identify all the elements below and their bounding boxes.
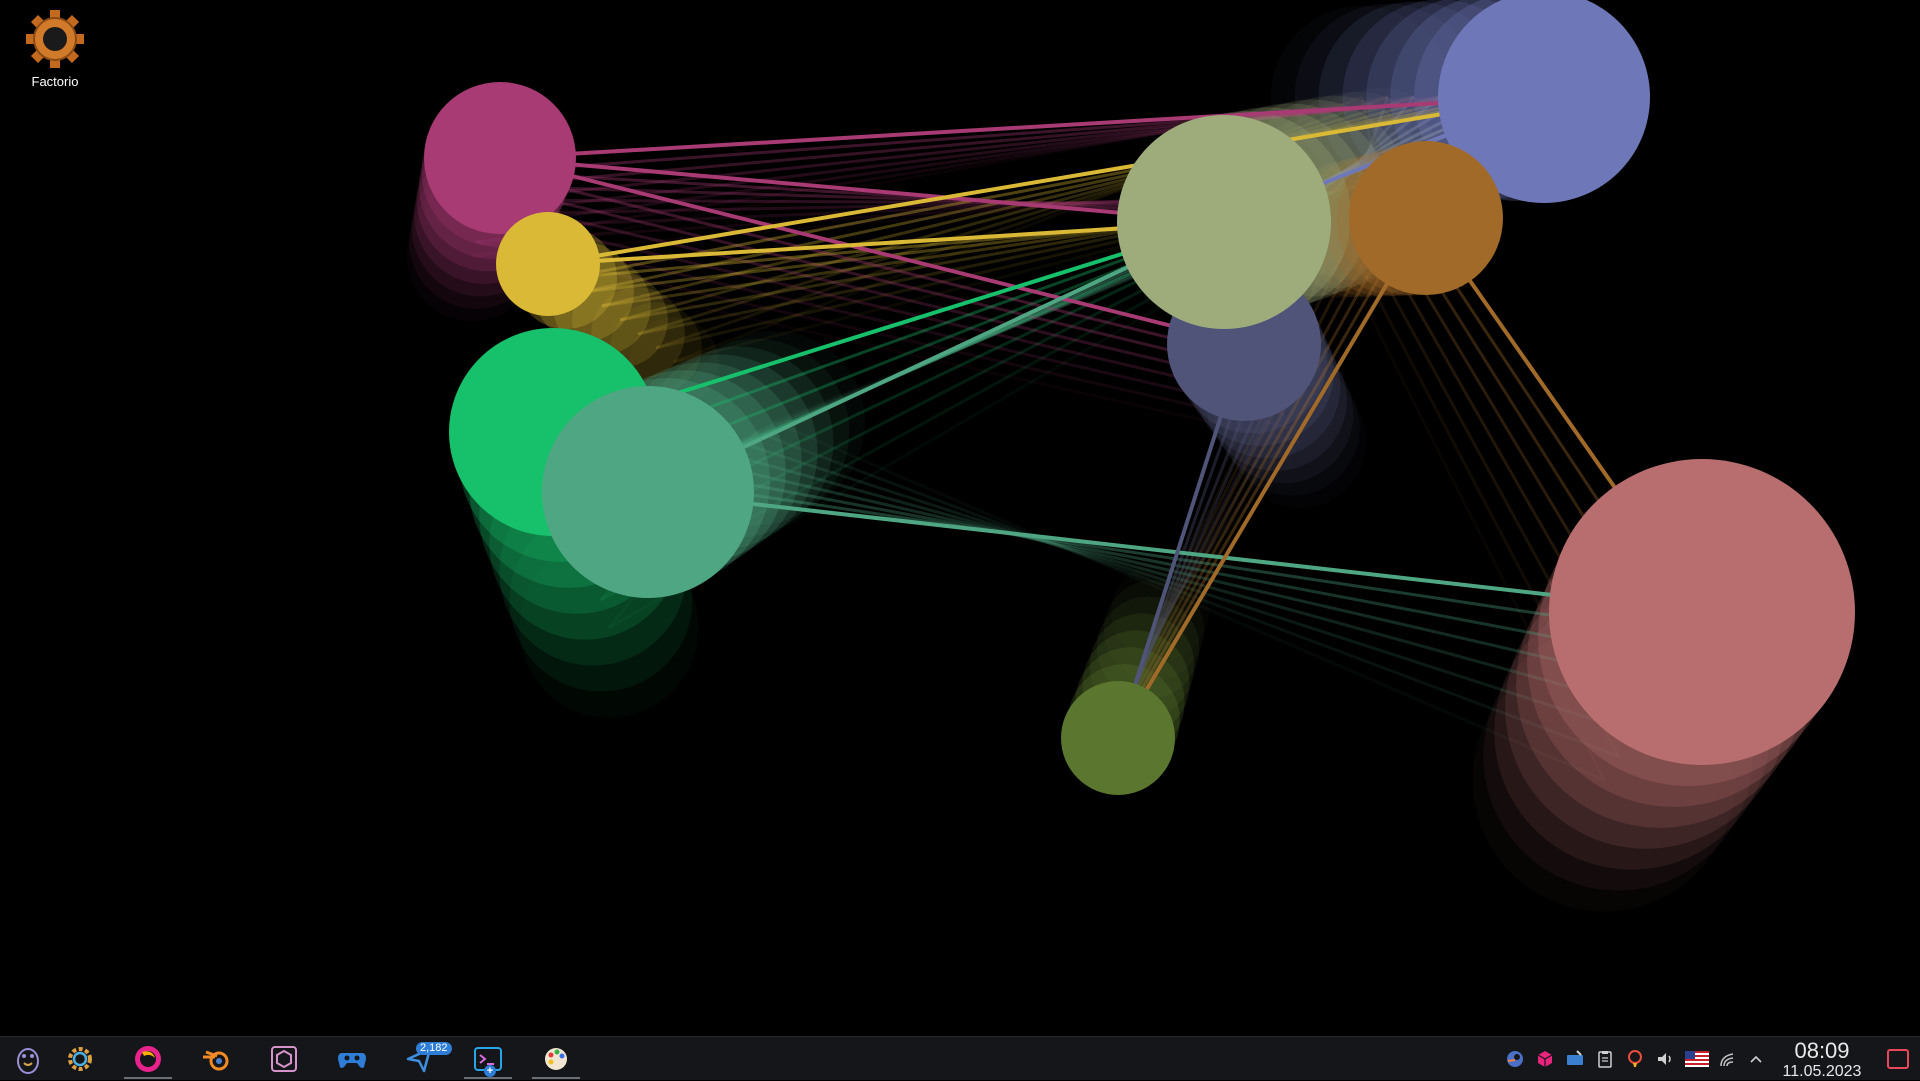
unity-icon	[271, 1046, 297, 1072]
game-controller-button[interactable]	[324, 1039, 380, 1079]
factorio-gear-icon	[26, 10, 84, 68]
tray-notification[interactable]	[1624, 1048, 1646, 1070]
discover-button[interactable]: 2,182	[392, 1039, 452, 1079]
tray-clipboard[interactable]	[1594, 1048, 1616, 1070]
add-indicator-icon: +	[484, 1065, 496, 1077]
graph-node	[1117, 115, 1331, 329]
taskbar: 2,182 + 08:09 11.05.2023	[0, 1036, 1920, 1080]
show-desktop-icon	[1887, 1049, 1909, 1069]
gamepad-icon	[338, 1053, 366, 1068]
monitor-icon	[1567, 1050, 1583, 1065]
tray-steam[interactable]	[1504, 1048, 1526, 1070]
system-settings-button[interactable]	[52, 1039, 108, 1079]
graph-node	[1549, 459, 1855, 765]
browser-button[interactable]	[120, 1039, 176, 1079]
browser-icon	[135, 1046, 161, 1072]
tray-network[interactable]	[1717, 1048, 1739, 1070]
tray-expand[interactable]	[1745, 1048, 1767, 1070]
notification-icon	[1628, 1050, 1642, 1067]
unity-hub-button[interactable]	[256, 1039, 312, 1079]
kde-menu-icon	[17, 1048, 39, 1074]
graph-node	[542, 386, 754, 598]
clipboard-icon	[1598, 1051, 1612, 1068]
keyboard-layout-flag-icon	[1685, 1051, 1709, 1067]
package-icon	[1537, 1051, 1553, 1067]
desktop: Factorio	[0, 0, 1920, 1036]
terminal-button[interactable]: +	[460, 1039, 516, 1079]
graph-node	[1061, 681, 1175, 795]
paint-button[interactable]	[528, 1039, 584, 1079]
graph-node	[1349, 141, 1503, 295]
show-desktop-button[interactable]	[1884, 1045, 1912, 1073]
tray-package[interactable]	[1534, 1048, 1556, 1070]
blender-icon	[203, 1050, 229, 1071]
update-count-badge: 2,182	[416, 1042, 452, 1055]
expand-arrow-icon	[1750, 1055, 1762, 1063]
volume-icon	[1658, 1053, 1671, 1065]
clock-time: 08:09	[1794, 1038, 1850, 1063]
tray-volume[interactable]	[1654, 1048, 1676, 1070]
tray-keyboard-layout[interactable]	[1684, 1048, 1710, 1070]
application-launcher-button[interactable]	[0, 1039, 56, 1079]
clock-date: 11.05.2023	[1782, 1063, 1862, 1080]
ghost-edge	[755, 430, 1619, 758]
graph-node	[496, 212, 600, 316]
wallpaper-network-graph	[406, 0, 1855, 912]
desktop-icon-factorio[interactable]: Factorio	[10, 8, 100, 89]
clock[interactable]: 08:09 11.05.2023	[1772, 1039, 1872, 1081]
network-icon	[1720, 1053, 1734, 1067]
steam-icon	[1507, 1051, 1523, 1067]
graph-node	[424, 82, 576, 234]
gear-icon	[68, 1047, 92, 1071]
tray-monitor[interactable]	[1564, 1048, 1586, 1070]
desktop-icon-label: Factorio	[31, 74, 79, 89]
blender-button[interactable]	[188, 1039, 244, 1079]
palette-icon	[545, 1048, 567, 1070]
